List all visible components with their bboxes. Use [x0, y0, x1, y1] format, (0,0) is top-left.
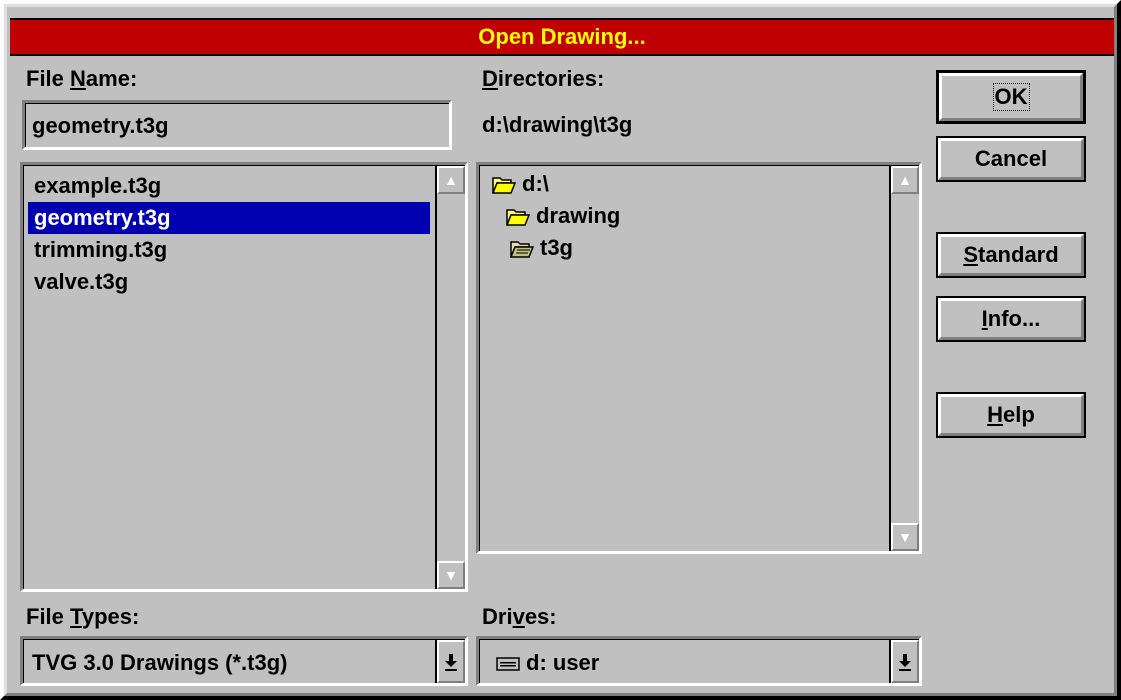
list-item-label: valve.t3g: [34, 269, 129, 294]
ok-button[interactable]: OK: [936, 70, 1086, 124]
drive-icon: [496, 657, 520, 671]
help-button-label: Help: [987, 402, 1035, 428]
scroll-down-button[interactable]: ▼: [891, 523, 919, 551]
drives-label: Drives:: [482, 604, 557, 630]
scroll-down-button[interactable]: ▼: [437, 561, 465, 589]
file-types-select[interactable]: TVG 3.0 Drawings (*.t3g): [20, 636, 468, 686]
directory-list[interactable]: d:\ drawing t3g ▲ ▼: [476, 162, 922, 554]
standard-mnemonic: S: [963, 242, 978, 267]
drives-dropdown-button[interactable]: [889, 640, 919, 683]
scroll-up-button[interactable]: ▲: [891, 166, 919, 194]
directory-item-label: t3g: [540, 235, 573, 260]
file-types-label-post: ypes:: [81, 604, 140, 629]
list-item-label: example.t3g: [34, 173, 162, 198]
dialog-title: Open Drawing...: [478, 24, 646, 49]
info-button-label: Info...: [982, 306, 1041, 332]
standard-rest: tandard: [978, 242, 1059, 267]
open-folder-current-icon: [510, 241, 534, 258]
directory-item-drawing[interactable]: drawing: [500, 200, 620, 232]
file-name-label-post: ame:: [85, 66, 138, 91]
open-folder-icon: [492, 177, 516, 194]
file-list-scrollbar[interactable]: ▲ ▼: [435, 166, 465, 589]
directory-item-t3g[interactable]: t3g: [504, 232, 573, 264]
drives-value-wrap: d: user: [496, 644, 599, 682]
list-item-label: geometry.t3g: [34, 205, 171, 230]
down-arrow-icon: ▼: [444, 567, 458, 583]
cancel-button-label: Cancel: [974, 146, 1048, 171]
up-arrow-icon: ▲: [444, 172, 458, 188]
up-arrow-icon: ▲: [898, 172, 912, 188]
list-item-selected[interactable]: geometry.t3g: [28, 202, 430, 234]
standard-button[interactable]: Standard: [936, 232, 1086, 278]
dialog-title-bar[interactable]: Open Drawing...: [10, 18, 1114, 56]
directory-item-label: d:\: [522, 171, 549, 196]
drives-label-pre: Dri: [482, 604, 513, 629]
file-types-dropdown-button[interactable]: [435, 640, 465, 683]
dropdown-arrow-icon: [899, 653, 911, 671]
file-name-label-pre: File: [26, 66, 71, 91]
help-button[interactable]: Help: [936, 392, 1086, 438]
standard-button-label: Standard: [963, 242, 1058, 268]
file-types-value: TVG 3.0 Drawings (*.t3g): [32, 650, 288, 675]
file-name-label: File Name:: [26, 66, 137, 92]
file-types-label-mnemonic: T: [70, 604, 82, 629]
open-folder-icon: [506, 209, 530, 226]
directories-label-mnemonic: D: [482, 66, 498, 91]
file-name-value: geometry.t3g: [32, 113, 169, 138]
file-types-label: File Types:: [26, 604, 139, 630]
drives-value: d: user: [526, 650, 600, 675]
directory-item-label: drawing: [536, 203, 621, 228]
list-item[interactable]: valve.t3g: [28, 266, 430, 298]
info-rest: nfo...: [987, 306, 1041, 331]
current-directory-path: d:\drawing\t3g: [482, 112, 633, 137]
drives-label-post: es:: [524, 604, 557, 629]
list-item[interactable]: example.t3g: [28, 170, 430, 202]
directories-label-post: irectories:: [497, 66, 605, 91]
cancel-button[interactable]: Cancel: [936, 136, 1086, 182]
file-name-label-mnemonic: N: [70, 66, 86, 91]
directory-list-scrollbar[interactable]: ▲ ▼: [889, 166, 919, 551]
file-list[interactable]: example.t3g geometry.t3g trimming.t3g va…: [20, 162, 468, 592]
file-name-field[interactable]: geometry.t3g: [22, 100, 452, 150]
directories-label: Directories:: [482, 66, 604, 92]
help-mnemonic: H: [987, 402, 1004, 427]
info-button[interactable]: Info...: [936, 296, 1086, 342]
drives-label-mnemonic: v: [512, 604, 525, 629]
drives-select[interactable]: d: user: [476, 636, 922, 686]
down-arrow-icon: ▼: [898, 529, 912, 545]
help-rest: elp: [1003, 402, 1035, 427]
file-types-label-pre: File: [26, 604, 71, 629]
directory-item-root[interactable]: d:\: [486, 168, 549, 200]
dropdown-arrow-icon: [445, 653, 457, 671]
list-item-label: trimming.t3g: [34, 237, 168, 262]
list-item[interactable]: trimming.t3g: [28, 234, 430, 266]
scroll-up-button[interactable]: ▲: [437, 166, 465, 194]
ok-button-label: OK: [992, 83, 1030, 111]
